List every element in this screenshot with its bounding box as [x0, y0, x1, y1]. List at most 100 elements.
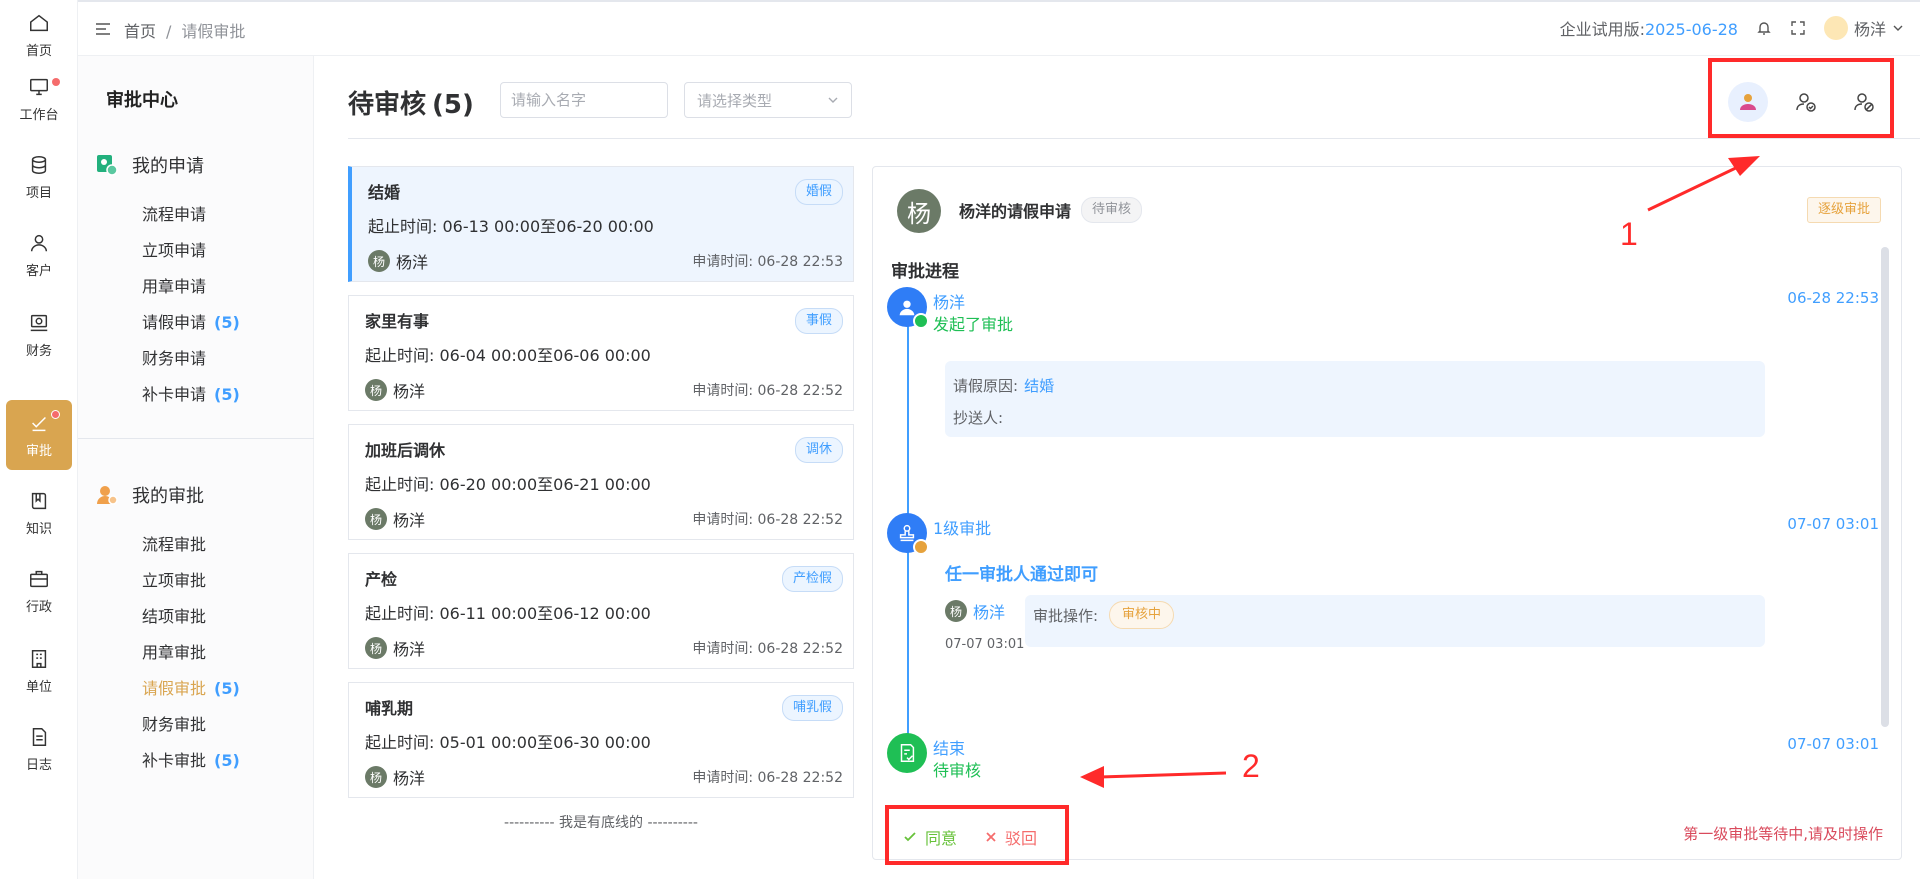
rail-item-home[interactable]: 首页: [6, 0, 72, 70]
top-header: 首页 / 请假审批 企业试用版:2025-06-28 杨洋: [78, 2, 1920, 56]
card-time-range: 起止时间: 06-13 00:00至06-20 00:00: [368, 217, 654, 236]
list-item[interactable]: 家里有事 事假 起止时间: 06-04 00:00至06-06 00:00 杨杨…: [348, 295, 854, 411]
sidebar-item-leave-apply[interactable]: 请假申请 (5): [142, 309, 240, 333]
timeline-level1-name: 1级审批: [933, 519, 992, 538]
annotation-number-2: 2: [1242, 748, 1260, 784]
list-item[interactable]: 结婚 婚假 起止时间: 06-13 00:00至06-20 00:00 杨杨洋 …: [348, 166, 854, 282]
rail-item-customer[interactable]: 客户: [6, 220, 72, 290]
sidebar-item-closure-approve[interactable]: 结项审批: [142, 603, 206, 627]
rail-label: 工作台: [19, 107, 59, 123]
waiting-hint: 第一级审批等待中,请及时操作: [1683, 825, 1883, 843]
avatar: 杨: [897, 189, 941, 233]
reject-button[interactable]: 驳回: [985, 825, 1037, 849]
close-icon: [986, 832, 996, 842]
page-title: 待审核 (5): [348, 84, 474, 121]
scrollbar[interactable]: [1881, 247, 1889, 727]
page-title-text: 待审核: [348, 90, 427, 120]
progress-timeline: 审批进程 杨洋 06-28 22:53 发起了审批 请假原因: 结婚 抄送人: 1…: [885, 247, 1891, 793]
sidebar-item-flow-apply[interactable]: 流程申请: [142, 201, 206, 225]
agree-button[interactable]: 同意: [903, 825, 957, 849]
rail-item-knowledge[interactable]: 知识: [6, 478, 72, 548]
rail-label: 知识: [25, 521, 52, 537]
section-title: 我的审批: [132, 486, 204, 507]
header-right: 企业试用版:2025-06-28 杨洋: [1560, 16, 1904, 40]
finance-icon: [30, 314, 48, 331]
breadcrumb-home[interactable]: 首页: [124, 22, 156, 41]
card-user: 杨杨洋: [365, 636, 425, 660]
name-search-input[interactable]: [500, 82, 668, 118]
section-my-approve: 我的审批: [96, 482, 204, 508]
header-divider: [348, 138, 1920, 139]
approver-name: 杨洋: [973, 603, 1006, 622]
sidebar-item-project-approve[interactable]: 立项审批: [142, 567, 206, 591]
rail-item-unit[interactable]: 单位: [6, 636, 72, 706]
list-item[interactable]: 产检 产检假 起止时间: 06-11 00:00至06-12 00:00 杨杨洋…: [348, 553, 854, 669]
rail-item-project[interactable]: 项目: [6, 142, 72, 212]
sidebar-item-punch-apply[interactable]: 补卡申请 (5): [142, 381, 240, 405]
chevron-down-icon: [828, 97, 838, 103]
card-user: 杨杨洋: [365, 765, 425, 789]
sidebar-item-label: 补卡申请: [142, 385, 207, 404]
monitor-icon: [30, 78, 48, 95]
rail-item-admin[interactable]: 行政: [6, 556, 72, 626]
card-apply-time: 申请时间: 06-28 22:52: [692, 512, 843, 528]
rail-label: 财务: [25, 343, 52, 359]
rail-item-approval[interactable]: 审批: [6, 400, 72, 470]
rail-label: 单位: [25, 679, 52, 695]
avatar: [1823, 16, 1848, 40]
avatar: 杨: [365, 508, 387, 530]
log-icon: [32, 727, 47, 746]
approved-filter-button[interactable]: [1786, 82, 1826, 122]
sidebar-item-finance-approve[interactable]: 财务审批: [142, 711, 206, 735]
list-item[interactable]: 加班后调休 调休 起止时间: 06-20 00:00至06-21 00:00 杨…: [348, 424, 854, 540]
breadcrumb-current: 请假审批: [181, 22, 246, 41]
leave-type-tag: 产检假: [781, 566, 843, 592]
card-title: 结婚: [368, 183, 401, 202]
annotation-number-1: 1: [1620, 216, 1638, 252]
operation-label: 审批操作:: [1033, 607, 1099, 625]
sidebar-item-label: 请假申请: [142, 313, 207, 332]
sidebar-item-label: 请假审批: [142, 679, 207, 698]
sidebar-item-project-apply[interactable]: 立项申请: [142, 237, 206, 261]
rail-item-workbench[interactable]: 工作台: [6, 64, 72, 134]
card-title: 加班后调休: [365, 441, 446, 460]
notification-dot: [51, 410, 60, 419]
chevron-down-icon: [1893, 25, 1903, 31]
briefcase-icon: [30, 570, 48, 587]
user-menu[interactable]: 杨洋: [1823, 16, 1904, 40]
fullscreen-icon[interactable]: [1790, 20, 1806, 36]
annotation-box-2: 同意 驳回: [885, 805, 1069, 865]
sidebar-item-seal-approve[interactable]: 用章审批: [142, 639, 206, 663]
approver: 杨杨洋: [945, 599, 1005, 623]
rail-item-finance[interactable]: 财务: [6, 300, 72, 370]
bell-icon[interactable]: [1756, 20, 1772, 36]
sidebar-item-flow-approve[interactable]: 流程审批: [142, 531, 206, 555]
panel-footer: 同意 驳回 第一级审批等待中,请及时操作: [873, 797, 1903, 865]
menu-toggle-icon[interactable]: [94, 20, 112, 38]
type-select[interactable]: 请选择类型: [684, 82, 852, 118]
leave-type-tag: 调休: [794, 437, 843, 463]
rail-label: 首页: [25, 43, 52, 59]
avatar: 杨: [365, 766, 387, 788]
sidebar-item-leave-approve[interactable]: 请假审批 (5): [142, 675, 240, 699]
database-icon: [31, 155, 47, 174]
type-select-placeholder: 请选择类型: [697, 91, 773, 110]
timeline-end-time: 07-07 03:01: [1787, 735, 1879, 753]
sidebar-item-punch-approve[interactable]: 补卡审批 (5): [142, 747, 240, 771]
rejected-filter-button[interactable]: [1844, 82, 1884, 122]
rail-item-log[interactable]: 日志: [6, 714, 72, 784]
pending-filter-button[interactable]: [1728, 82, 1768, 122]
leave-info-box: 请假原因: 结婚 抄送人:: [945, 361, 1765, 437]
rail-label: 客户: [25, 263, 52, 279]
leave-type-tag: 婚假: [794, 179, 843, 205]
card-apply-time: 申请时间: 06-28 22:52: [692, 770, 843, 786]
card-user-name: 杨洋: [393, 769, 426, 788]
person-pending-icon: [1740, 94, 1756, 110]
rail-label: 审批: [25, 443, 52, 459]
sidebar-item-label: 立项审批: [142, 571, 207, 590]
list-item[interactable]: 哺乳期 哺乳假 起止时间: 05-01 00:00至06-30 00:00 杨杨…: [348, 682, 854, 798]
card-time-range: 起止时间: 06-11 00:00至06-12 00:00: [365, 604, 651, 623]
sidebar-item-finance-apply[interactable]: 财务申请: [142, 345, 206, 369]
sidebar-item-seal-apply[interactable]: 用章申请: [142, 273, 206, 297]
rail-label: 行政: [25, 599, 52, 615]
